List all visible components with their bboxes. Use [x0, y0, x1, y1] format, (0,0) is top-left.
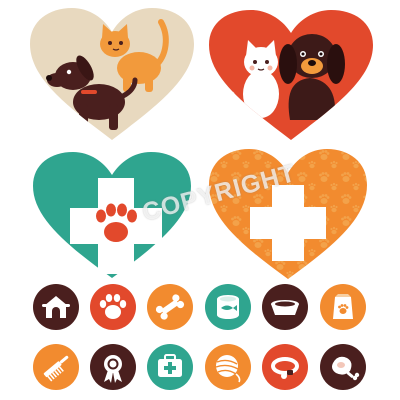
heart-orange-pattern-cross [206, 147, 370, 283]
doghouse-icon [33, 284, 79, 330]
pet-vet-icon-set: COPYRIGHT [0, 0, 400, 400]
ham-meat-icon [320, 344, 366, 390]
icon-row-bottom [0, 340, 400, 400]
icon-row-top [0, 282, 400, 342]
paw-print-icon [90, 284, 136, 330]
pet-food-can-icon [205, 284, 251, 330]
yarn-ball-icon [205, 344, 251, 390]
bone-icon [147, 284, 193, 330]
first-aid-kit-icon [147, 344, 193, 390]
grooming-comb-icon [33, 344, 79, 390]
heart-beige-cat-dog [27, 6, 197, 144]
award-ribbon-icon [90, 344, 136, 390]
heart-teal-vet-cross-paw [30, 150, 194, 282]
heart-red-cat-dog [206, 8, 376, 144]
pet-bowl-icon [262, 284, 308, 330]
pet-collar-icon [262, 344, 308, 390]
pet-food-bag-icon [320, 284, 366, 330]
dark-dog-illustration [279, 34, 345, 120]
